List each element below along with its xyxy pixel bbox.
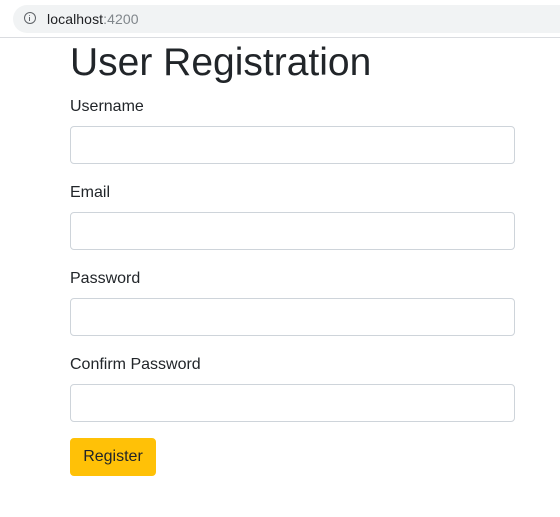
url-field[interactable]: localhost:4200 [13, 5, 560, 33]
info-icon[interactable] [24, 12, 36, 24]
password-field[interactable] [70, 298, 515, 336]
url-port: :4200 [103, 11, 139, 27]
register-button[interactable]: Register [70, 438, 156, 476]
url-text: localhost:4200 [47, 10, 139, 28]
email-label: Email [70, 184, 111, 201]
password-label: Password [70, 270, 141, 287]
username-field[interactable] [70, 126, 515, 164]
confirm-password-label: Confirm Password [70, 356, 201, 373]
browser-address-bar: localhost:4200 [0, 0, 560, 38]
email-field[interactable] [70, 212, 515, 250]
page-title: User Registration [70, 41, 372, 84]
confirm-password-field[interactable] [70, 384, 515, 422]
url-host: localhost [47, 11, 104, 27]
username-label: Username [70, 98, 144, 115]
